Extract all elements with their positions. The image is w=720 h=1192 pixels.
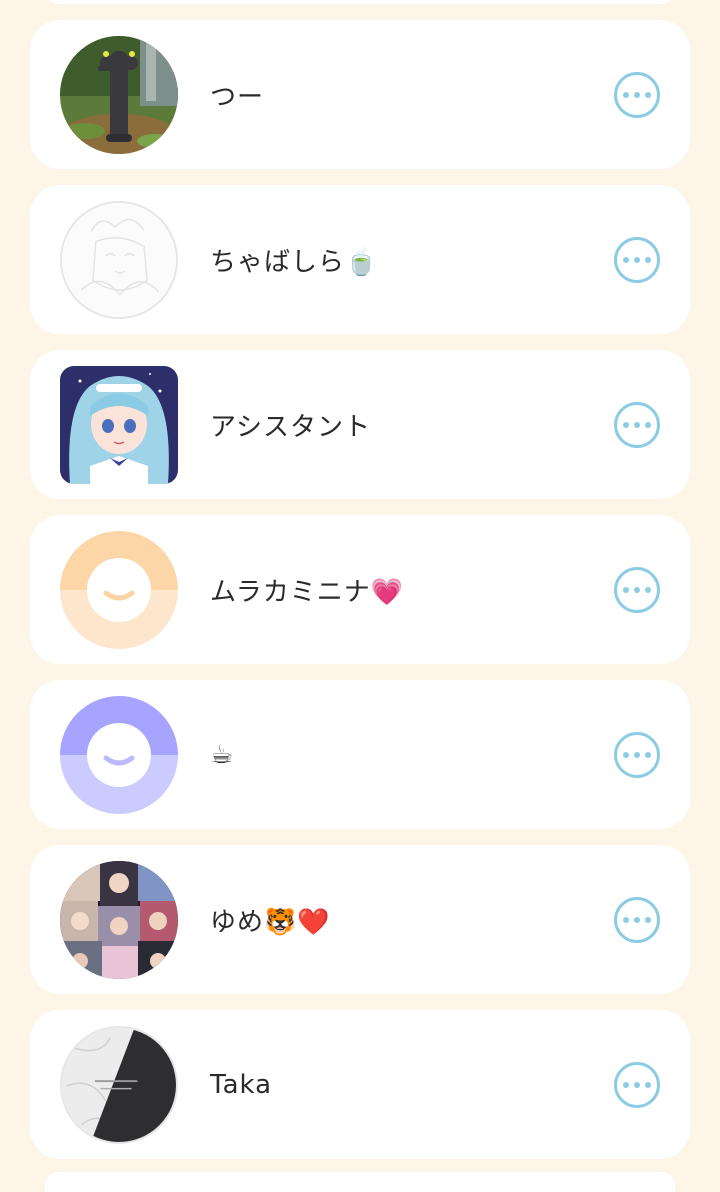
ellipsis-dot [623,916,629,923]
friend-name: ちゃばしら🍵 [210,247,379,277]
ellipsis-dot [634,1081,640,1088]
friend-name: つー [210,82,265,112]
avatar[interactable] [60,696,178,814]
ellipsis-dot [645,1081,651,1088]
more-options-button[interactable] [614,566,660,613]
default-face-orange [60,531,178,649]
friend-name: ムラカミニナ💗 [210,577,405,607]
ellipsis-dot [645,421,651,428]
previous-card-edge [45,0,675,4]
ellipsis-dot [645,91,651,98]
friend-name: ☕ [210,739,235,770]
ellipsis-dot [634,751,640,758]
ellipsis-dot [623,91,629,98]
friend-card[interactable]: ☕ [30,680,690,829]
avatar[interactable] [60,366,178,484]
more-options-button[interactable] [614,896,660,943]
friend-name: Taka [210,1069,273,1100]
more-options-button[interactable] [614,71,660,118]
ellipsis-dot [645,916,651,923]
sketch-drawing [62,203,176,317]
ellipsis-dot [623,751,629,758]
ellipsis-dot [634,256,640,263]
ellipsis-dot [623,421,629,428]
ellipsis-dot [645,751,651,758]
ellipsis-dot [623,586,629,593]
more-options-button[interactable] [614,236,660,283]
marble-logo [62,1028,176,1142]
friend-name: ゆめ🐯❤️ [210,907,331,937]
avatar[interactable] [60,36,178,154]
more-options-button[interactable] [614,1061,660,1108]
avatar[interactable] [60,201,178,319]
next-card-edge [45,1172,675,1192]
friend-name: アシスタント [210,412,371,442]
friend-card[interactable]: ゆめ🐯❤️ [30,845,690,994]
ellipsis-dot [634,91,640,98]
ellipsis-dot [645,586,651,593]
friend-card[interactable]: ちゃばしら🍵 [30,185,690,334]
avatar[interactable] [60,861,178,979]
more-options-button[interactable] [614,401,660,448]
ellipsis-dot [623,1081,629,1088]
ellipsis-dot [634,421,640,428]
friend-card[interactable]: つー [30,20,690,169]
default-face-purple [60,696,178,814]
more-options-button[interactable] [614,731,660,778]
ellipsis-dot [645,256,651,263]
friend-card[interactable]: アシスタント [30,350,690,499]
ellipsis-dot [623,256,629,263]
ellipsis-dot [634,586,640,593]
photo-collage [60,861,178,979]
anime-maid-girl [60,366,178,484]
friend-card[interactable]: ムラカミニナ💗 [30,515,690,664]
ellipsis-dot [634,916,640,923]
avatar[interactable] [60,1026,178,1144]
friend-card[interactable]: Taka [30,1010,690,1159]
forest-creature-photo [60,36,178,154]
avatar[interactable] [60,531,178,649]
